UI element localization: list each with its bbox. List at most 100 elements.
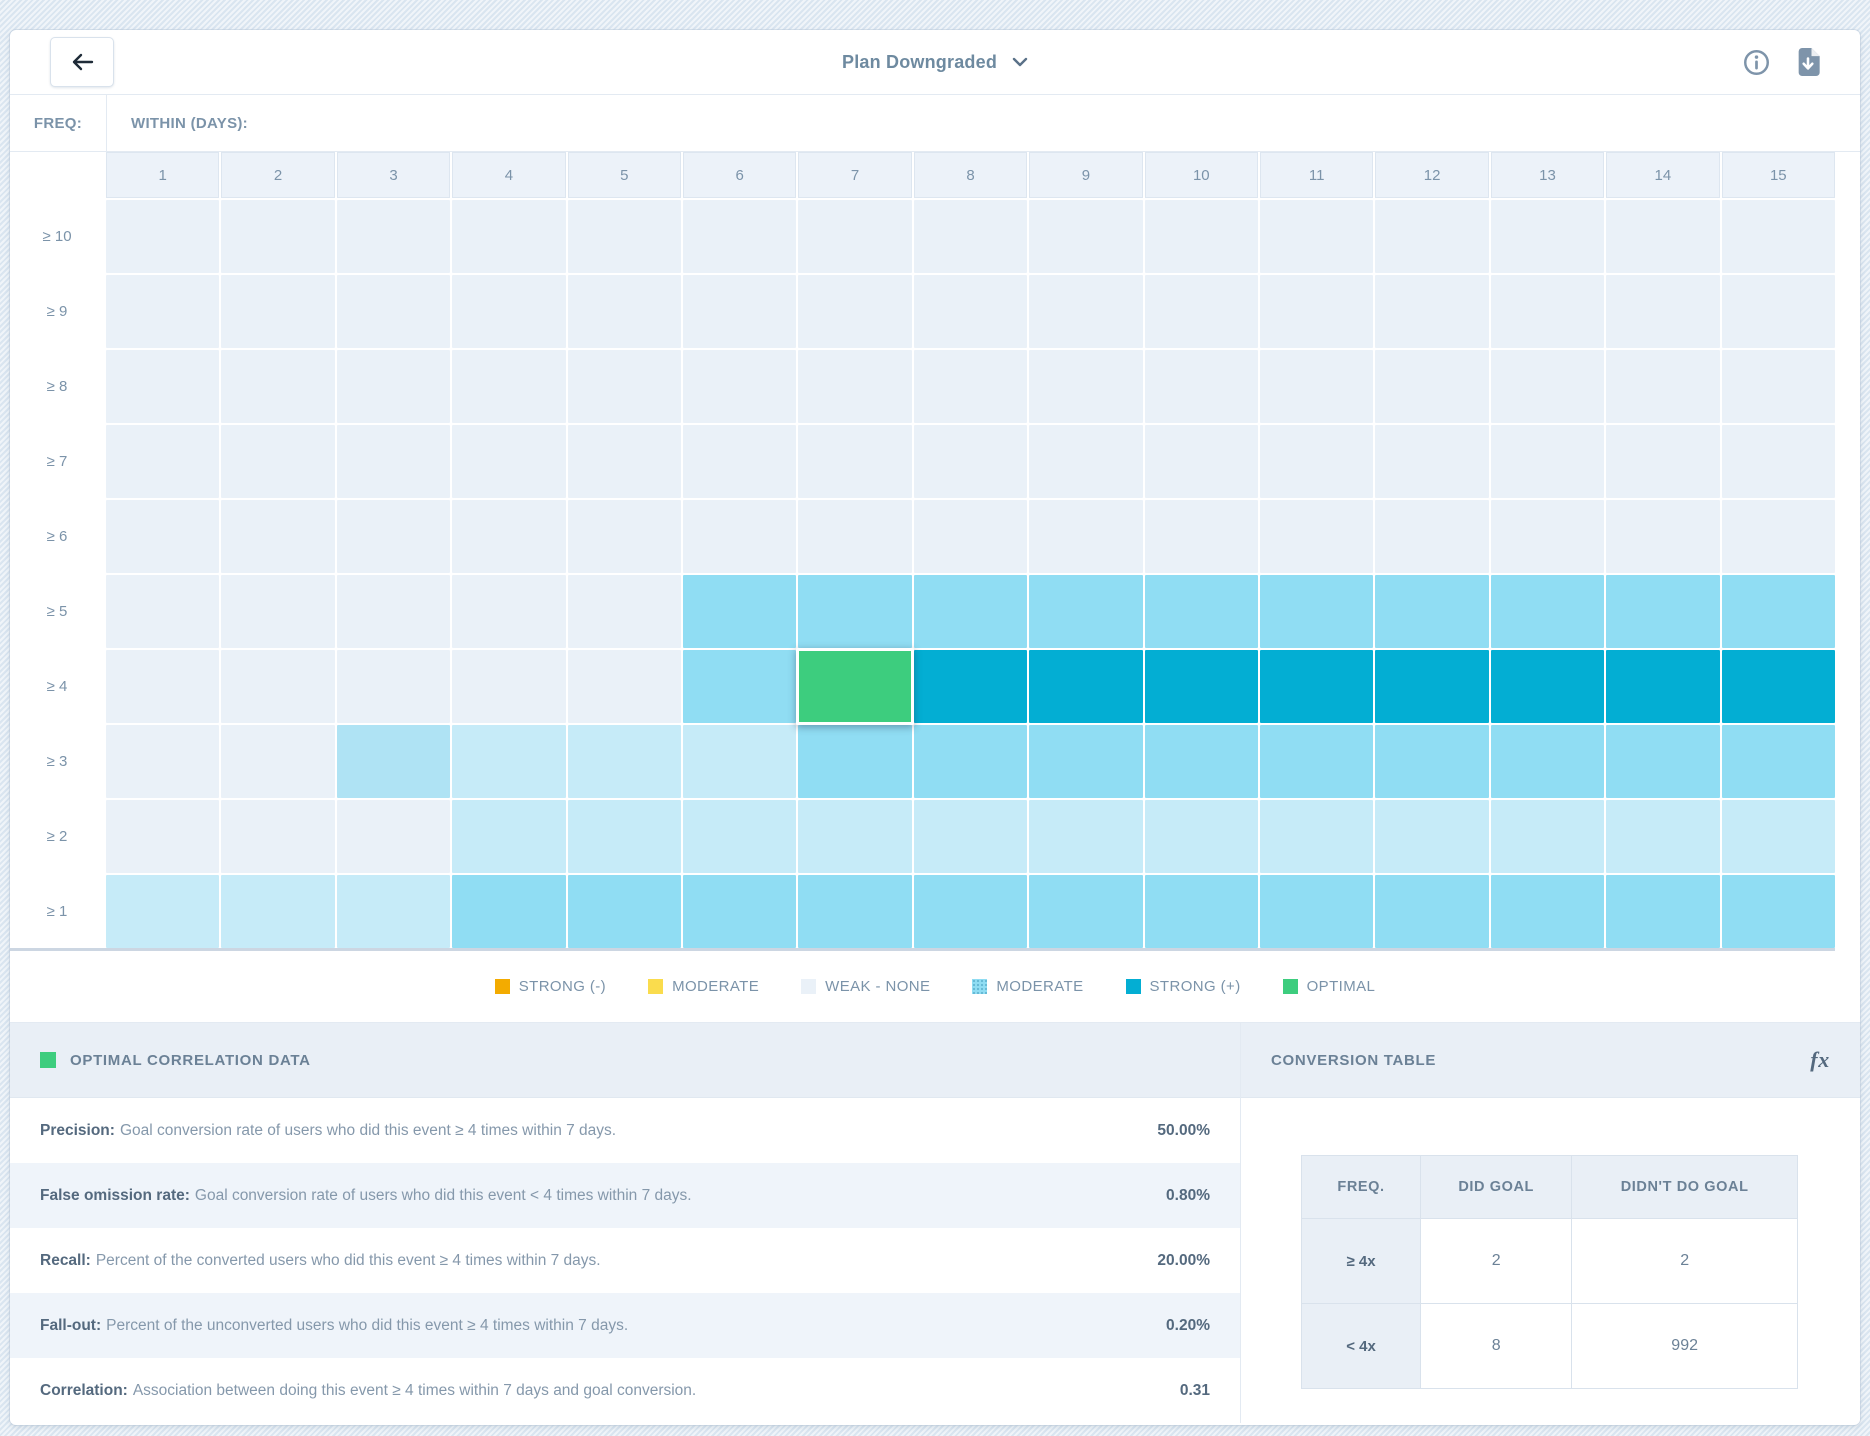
heatmap-cell-weak-none[interactable] bbox=[568, 200, 681, 273]
heatmap-cell-weak-none[interactable] bbox=[683, 425, 796, 498]
heatmap-cell-weak-none[interactable] bbox=[221, 425, 334, 498]
heatmap-cell-weak-none[interactable] bbox=[683, 275, 796, 348]
heatmap-cell-weak-none[interactable] bbox=[337, 575, 450, 648]
heatmap-cell-weak-none[interactable] bbox=[1029, 275, 1142, 348]
heatmap-cell-weak-none[interactable] bbox=[1145, 425, 1258, 498]
heatmap-cell-moderate[interactable] bbox=[1491, 875, 1604, 948]
heatmap-cell-weak-none[interactable] bbox=[798, 200, 911, 273]
heatmap-cell-weak-none[interactable] bbox=[1029, 350, 1142, 423]
heatmap-cell-weak-none[interactable] bbox=[1606, 275, 1719, 348]
heatmap-cell-weak-none[interactable] bbox=[798, 500, 911, 573]
info-icon[interactable] bbox=[1743, 49, 1770, 76]
heatmap-cell-weak-none[interactable] bbox=[568, 350, 681, 423]
heatmap-cell-weak-moderate[interactable] bbox=[1029, 800, 1142, 873]
heatmap-cell-weak-moderate[interactable] bbox=[337, 875, 450, 948]
heatmap-cell-weak-none[interactable] bbox=[1722, 425, 1835, 498]
heatmap-cell-moderate[interactable] bbox=[1260, 725, 1373, 798]
heatmap-cell-moderate[interactable] bbox=[1375, 575, 1488, 648]
heatmap-cell-weak-none[interactable] bbox=[914, 200, 1027, 273]
heatmap-cell-weak-moderate[interactable] bbox=[1722, 800, 1835, 873]
heatmap-cell-weak-none[interactable] bbox=[683, 200, 796, 273]
heatmap-cell-weak-none[interactable] bbox=[1029, 500, 1142, 573]
heatmap-cell-moderate[interactable] bbox=[1722, 725, 1835, 798]
heatmap-cell-weak-none[interactable] bbox=[221, 800, 334, 873]
heatmap-cell-weak-none[interactable] bbox=[452, 575, 565, 648]
heatmap-cell-moderate[interactable] bbox=[1145, 725, 1258, 798]
heatmap-cell-weak-none[interactable] bbox=[452, 200, 565, 273]
heatmap-cell-weak-none[interactable] bbox=[106, 350, 219, 423]
heatmap-cell-weak-none[interactable] bbox=[568, 500, 681, 573]
heatmap-cell-weak-none[interactable] bbox=[1606, 500, 1719, 573]
heatmap-cell-weak-none[interactable] bbox=[1375, 200, 1488, 273]
heatmap-cell-weak-none[interactable] bbox=[1722, 275, 1835, 348]
heatmap-cell-weak-none[interactable] bbox=[337, 275, 450, 348]
heatmap-cell-weak-moderate[interactable] bbox=[106, 875, 219, 948]
heatmap-cell-weak-none[interactable] bbox=[914, 275, 1027, 348]
heatmap-cell-moderate[interactable] bbox=[1260, 575, 1373, 648]
heatmap-cell-weak-none[interactable] bbox=[568, 650, 681, 723]
heatmap-cell-moderate[interactable] bbox=[1375, 725, 1488, 798]
heatmap-cell-optimal[interactable] bbox=[796, 648, 913, 725]
heatmap-cell-weak-none[interactable] bbox=[914, 350, 1027, 423]
heatmap-cell-weak-none[interactable] bbox=[568, 425, 681, 498]
heatmap-cell-weak-none[interactable] bbox=[683, 350, 796, 423]
download-icon[interactable] bbox=[1796, 48, 1820, 76]
heatmap-cell-moderate[interactable] bbox=[568, 875, 681, 948]
heatmap-cell-weak-none[interactable] bbox=[1491, 275, 1604, 348]
heatmap-cell-strong-positive[interactable] bbox=[1722, 650, 1835, 723]
heatmap-cell-strong-positive[interactable] bbox=[914, 650, 1027, 723]
heatmap-cell-weak-none[interactable] bbox=[1260, 275, 1373, 348]
heatmap-cell-moderate[interactable] bbox=[798, 575, 911, 648]
heatmap-cell-weak-moderate[interactable] bbox=[1491, 800, 1604, 873]
heatmap-cell-strong-positive[interactable] bbox=[1491, 650, 1604, 723]
heatmap-cell-strong-positive[interactable] bbox=[1145, 650, 1258, 723]
heatmap-cell-weak-none[interactable] bbox=[221, 500, 334, 573]
heatmap-cell-weak-none[interactable] bbox=[221, 575, 334, 648]
heatmap-cell-weak-none[interactable] bbox=[106, 725, 219, 798]
heatmap-cell-weak-none[interactable] bbox=[1260, 350, 1373, 423]
heatmap-cell-weak-none[interactable] bbox=[1491, 425, 1604, 498]
heatmap-cell-weak-moderate[interactable] bbox=[568, 725, 681, 798]
heatmap-cell-weak-none[interactable] bbox=[221, 650, 334, 723]
heatmap-cell-weak-none[interactable] bbox=[798, 275, 911, 348]
heatmap-cell-weak-moderate[interactable] bbox=[1260, 800, 1373, 873]
heatmap-cell-weak-none[interactable] bbox=[798, 425, 911, 498]
heatmap-cell-weak-none[interactable] bbox=[1260, 425, 1373, 498]
heatmap-cell-weak-moderate[interactable] bbox=[1606, 800, 1719, 873]
heatmap-cell-weak-moderate-low[interactable] bbox=[337, 725, 450, 798]
heatmap-cell-strong-positive[interactable] bbox=[1029, 650, 1142, 723]
heatmap-cell-weak-none[interactable] bbox=[914, 500, 1027, 573]
heatmap-cell-weak-none[interactable] bbox=[1145, 200, 1258, 273]
heatmap-cell-weak-moderate[interactable] bbox=[683, 800, 796, 873]
heatmap-cell-strong-positive[interactable] bbox=[1260, 650, 1373, 723]
heatmap-cell-weak-none[interactable] bbox=[106, 800, 219, 873]
heatmap-cell-weak-none[interactable] bbox=[1145, 500, 1258, 573]
heatmap-cell-weak-none[interactable] bbox=[337, 650, 450, 723]
heatmap-cell-moderate[interactable] bbox=[1260, 875, 1373, 948]
heatmap-cell-weak-none[interactable] bbox=[798, 350, 911, 423]
heatmap-cell-weak-none[interactable] bbox=[106, 275, 219, 348]
heatmap-cell-moderate[interactable] bbox=[798, 725, 911, 798]
heatmap-cell-weak-none[interactable] bbox=[1722, 350, 1835, 423]
heatmap-cell-weak-none[interactable] bbox=[106, 575, 219, 648]
heatmap-cell-moderate[interactable] bbox=[914, 725, 1027, 798]
heatmap-cell-weak-moderate[interactable] bbox=[568, 800, 681, 873]
heatmap-cell-weak-none[interactable] bbox=[452, 350, 565, 423]
heatmap-cell-weak-moderate[interactable] bbox=[452, 800, 565, 873]
fx-formula-icon[interactable]: fx bbox=[1810, 1047, 1830, 1073]
heatmap-cell-weak-none[interactable] bbox=[1491, 500, 1604, 573]
heatmap-cell-weak-none[interactable] bbox=[106, 650, 219, 723]
heatmap-cell-weak-none[interactable] bbox=[1722, 500, 1835, 573]
heatmap-cell-moderate[interactable] bbox=[1491, 575, 1604, 648]
heatmap-cell-moderate[interactable] bbox=[1145, 875, 1258, 948]
heatmap-cell-moderate[interactable] bbox=[1029, 575, 1142, 648]
heatmap-cell-moderate[interactable] bbox=[1029, 725, 1142, 798]
heatmap-cell-moderate[interactable] bbox=[683, 575, 796, 648]
heatmap-cell-weak-none[interactable] bbox=[1606, 350, 1719, 423]
heatmap-cell-weak-moderate[interactable] bbox=[1145, 800, 1258, 873]
heatmap-cell-weak-none[interactable] bbox=[452, 425, 565, 498]
heatmap-cell-weak-moderate[interactable] bbox=[452, 725, 565, 798]
heatmap-cell-moderate[interactable] bbox=[683, 875, 796, 948]
heatmap-cell-weak-none[interactable] bbox=[1491, 350, 1604, 423]
heatmap-cell-weak-moderate[interactable] bbox=[221, 875, 334, 948]
